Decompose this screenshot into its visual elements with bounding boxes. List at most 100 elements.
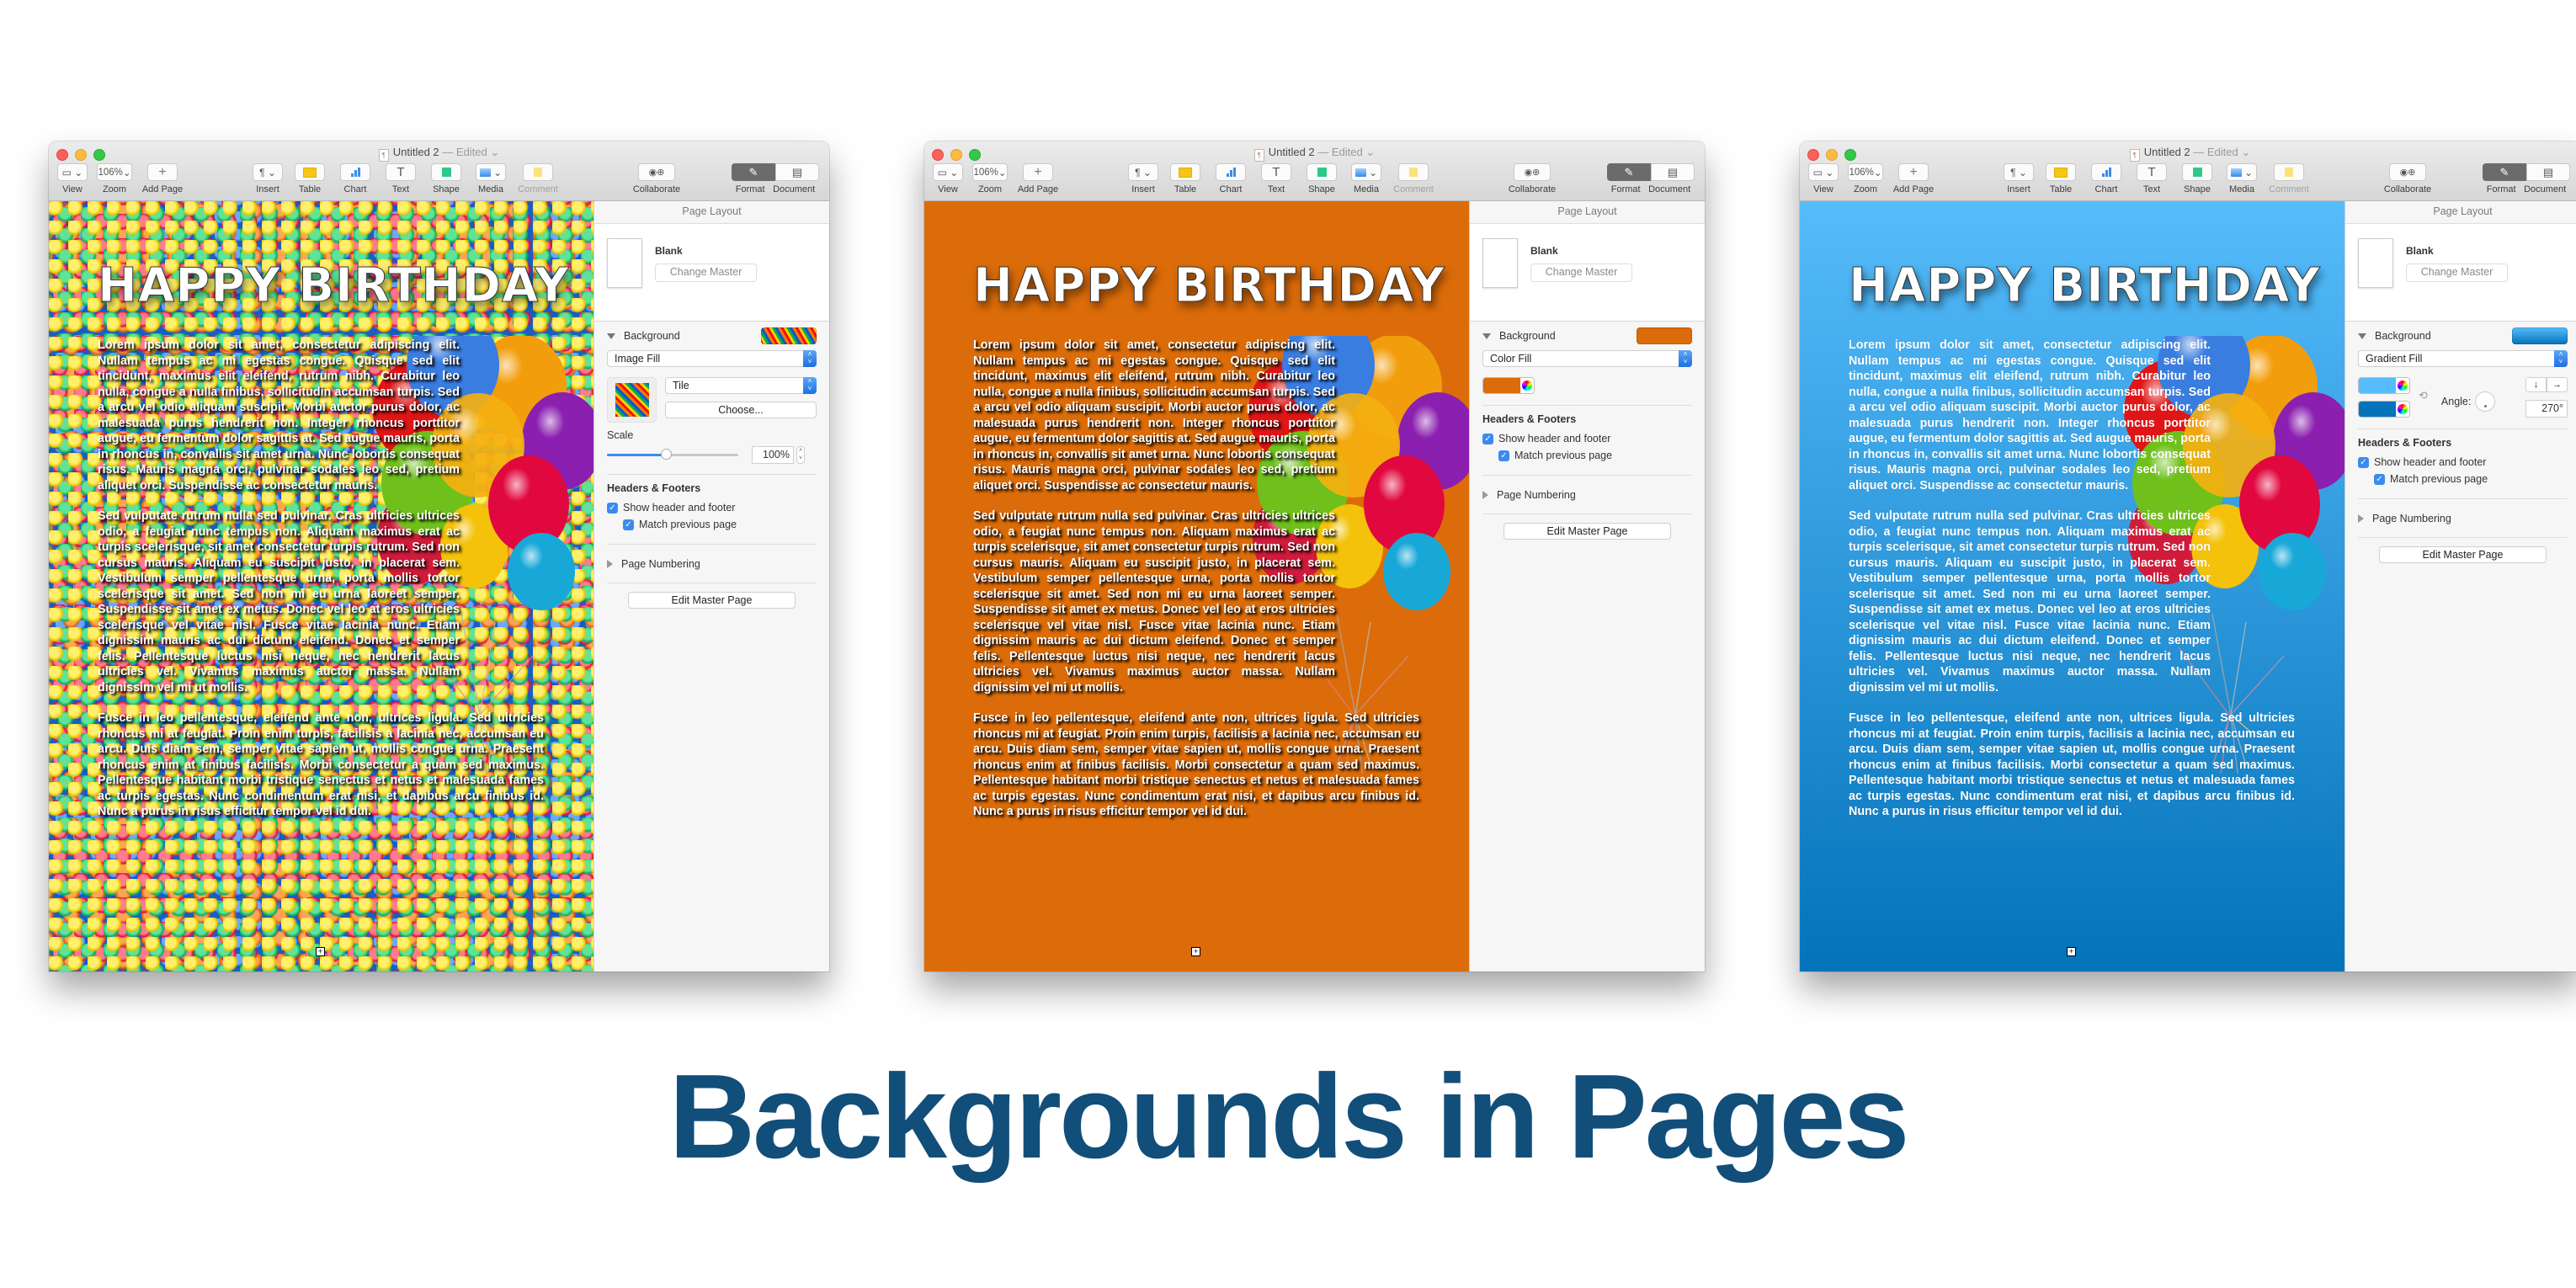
- body-text[interactable]: Lorem ipsum dolor sit amet, consectetur …: [1849, 338, 2295, 835]
- scale-input[interactable]: 100%: [752, 446, 794, 464]
- document-tab[interactable]: Document: [1648, 184, 1690, 194]
- add-page-marker-icon[interactable]: +: [1191, 947, 1200, 956]
- gradient-end-swatch[interactable]: [2359, 402, 2396, 417]
- background-disclosure[interactable]: Background: [607, 330, 680, 342]
- comment-button[interactable]: Comment: [517, 163, 559, 194]
- master-thumbnail[interactable]: [1482, 238, 1518, 288]
- media-button[interactable]: ⌄ Media: [1349, 163, 1383, 194]
- media-button[interactable]: ⌄ Media: [2225, 163, 2259, 194]
- background-disclosure[interactable]: Background: [1482, 330, 1556, 342]
- add-page-marker-icon[interactable]: +: [2067, 947, 2076, 956]
- show-header-footer-checkbox[interactable]: ✓ Show header and footer: [2345, 454, 2576, 471]
- arrow-right-icon[interactable]: →: [2547, 377, 2568, 392]
- format-paintbrush-icon[interactable]: ✎: [2483, 163, 2526, 181]
- format-tab[interactable]: Format: [2487, 184, 2516, 194]
- add-page-button[interactable]: + Add Page: [1014, 163, 1062, 194]
- gradient-start-swatch[interactable]: [2359, 378, 2396, 393]
- swap-colors-icon[interactable]: ⟲: [2419, 389, 2428, 402]
- angle-dial[interactable]: [2475, 391, 2496, 412]
- text-button[interactable]: T Text: [1259, 163, 1293, 194]
- shape-button[interactable]: Shape: [1305, 163, 1339, 194]
- document-tab[interactable]: Document: [2524, 184, 2566, 194]
- format-tab[interactable]: Format: [1611, 184, 1641, 194]
- background-preview-swatch[interactable]: [1637, 327, 1692, 344]
- show-header-footer-checkbox[interactable]: ✓ Show header and footer: [1470, 430, 1705, 447]
- zoom-button[interactable]: 106% ⌄ Zoom: [970, 163, 1010, 194]
- scale-slider-knob[interactable]: [661, 449, 673, 460]
- add-page-button[interactable]: + Add Page: [1889, 163, 1938, 194]
- text-button[interactable]: T Text: [384, 163, 418, 194]
- shape-button[interactable]: Shape: [2180, 163, 2214, 194]
- format-tab[interactable]: Format: [736, 184, 765, 194]
- window-title[interactable]: ¶ Untitled 2 — Edited ⌄: [1800, 146, 2576, 162]
- zoom-button[interactable]: 106% ⌄ Zoom: [94, 163, 135, 194]
- image-thumbnail[interactable]: [607, 377, 657, 423]
- insert-button[interactable]: ¶ ⌄ Insert: [1999, 163, 2039, 194]
- angle-input[interactable]: 270°: [2525, 400, 2568, 418]
- gradient-end-color-well[interactable]: [2358, 401, 2410, 418]
- shape-button[interactable]: Shape: [429, 163, 463, 194]
- comment-button[interactable]: Comment: [1392, 163, 1434, 194]
- scale-slider[interactable]: [607, 449, 738, 460]
- fill-color-swatch[interactable]: [1483, 378, 1520, 393]
- document-icon[interactable]: ▤: [1651, 163, 1695, 181]
- choose-image-button[interactable]: Choose...: [665, 402, 817, 418]
- change-master-button[interactable]: Change Master: [655, 263, 757, 282]
- document-icon[interactable]: ▤: [2526, 163, 2570, 181]
- chart-button[interactable]: Chart: [2089, 163, 2123, 194]
- add-page-button[interactable]: + Add Page: [138, 163, 187, 194]
- match-previous-page-checkbox[interactable]: ✓ Match previous page: [1470, 447, 1705, 464]
- change-master-button[interactable]: Change Master: [2406, 263, 2508, 282]
- view-button[interactable]: ▭ ⌄ View: [1805, 163, 1842, 194]
- collaborate-button[interactable]: ◉⊕ Collaborate: [1505, 163, 1559, 194]
- color-wheel-icon[interactable]: [2396, 378, 2409, 393]
- view-button[interactable]: ▭ ⌄ View: [54, 163, 91, 194]
- match-previous-page-checkbox[interactable]: ✓ Match previous page: [2345, 471, 2576, 487]
- collaborate-button[interactable]: ◉⊕ Collaborate: [630, 163, 684, 194]
- page-numbering-disclosure[interactable]: Page Numbering: [1470, 476, 1705, 514]
- match-previous-page-checkbox[interactable]: ✓ Match previous page: [594, 516, 829, 533]
- window-title[interactable]: ¶ Untitled 2 — Edited ⌄: [49, 146, 829, 162]
- comment-button[interactable]: Comment: [2268, 163, 2310, 194]
- master-thumbnail[interactable]: [607, 238, 642, 288]
- table-button[interactable]: Table: [1168, 163, 1202, 194]
- add-page-marker-icon[interactable]: +: [316, 947, 325, 956]
- scale-stepper[interactable]: ˄ ˅: [796, 446, 805, 464]
- table-button[interactable]: Table: [293, 163, 327, 194]
- page-numbering-disclosure[interactable]: Page Numbering: [2345, 499, 2576, 537]
- color-wheel-icon[interactable]: [2396, 402, 2409, 417]
- chart-button[interactable]: Chart: [1214, 163, 1248, 194]
- edit-master-page-button[interactable]: Edit Master Page: [1504, 523, 1671, 540]
- document-page[interactable]: HAPPY BIRTHDAY Lorem ipsum dolor sit ame…: [1800, 201, 2344, 971]
- body-text[interactable]: Lorem ipsum dolor sit amet, consectetur …: [973, 338, 1419, 835]
- page-numbering-disclosure[interactable]: Page Numbering: [594, 545, 829, 583]
- format-paintbrush-icon[interactable]: ✎: [1607, 163, 1651, 181]
- edit-master-page-button[interactable]: Edit Master Page: [628, 592, 796, 609]
- zoom-button[interactable]: 106% ⌄ Zoom: [1845, 163, 1886, 194]
- fill-type-select[interactable]: Gradient Fill ˄ ˅: [2358, 350, 2568, 367]
- gradient-start-color-well[interactable]: [2358, 377, 2410, 394]
- fill-type-select[interactable]: Image Fill ˄ ˅: [607, 350, 817, 367]
- table-button[interactable]: Table: [2044, 163, 2078, 194]
- body-text[interactable]: Lorem ipsum dolor sit amet, consectetur …: [98, 338, 544, 835]
- fill-color-well[interactable]: [1482, 377, 1535, 394]
- arrow-down-icon[interactable]: ↓: [2525, 377, 2547, 392]
- view-button[interactable]: ▭ ⌄ View: [929, 163, 966, 194]
- window-title[interactable]: ¶ Untitled 2 — Edited ⌄: [924, 146, 1705, 162]
- chart-button[interactable]: Chart: [338, 163, 372, 194]
- document-tab[interactable]: Document: [773, 184, 815, 194]
- background-preview-swatch[interactable]: [761, 327, 817, 344]
- change-master-button[interactable]: Change Master: [1530, 263, 1632, 282]
- insert-button[interactable]: ¶ ⌄ Insert: [1123, 163, 1163, 194]
- format-paintbrush-icon[interactable]: ✎: [732, 163, 775, 181]
- text-button[interactable]: T Text: [2135, 163, 2169, 194]
- edit-master-page-button[interactable]: Edit Master Page: [2379, 546, 2547, 563]
- background-preview-swatch[interactable]: [2512, 327, 2568, 344]
- document-page[interactable]: HAPPY BIRTHDAY Lorem ipsum dolor sit ame…: [49, 201, 593, 971]
- insert-button[interactable]: ¶ ⌄ Insert: [247, 163, 288, 194]
- show-header-footer-checkbox[interactable]: ✓ Show header and footer: [594, 499, 829, 516]
- image-mode-select[interactable]: Tile ˄ ˅: [665, 377, 817, 394]
- document-page[interactable]: HAPPY BIRTHDAY Lorem ipsum dolor sit ame…: [924, 201, 1469, 971]
- color-wheel-icon[interactable]: [1520, 378, 1534, 393]
- media-button[interactable]: ⌄ Media: [474, 163, 508, 194]
